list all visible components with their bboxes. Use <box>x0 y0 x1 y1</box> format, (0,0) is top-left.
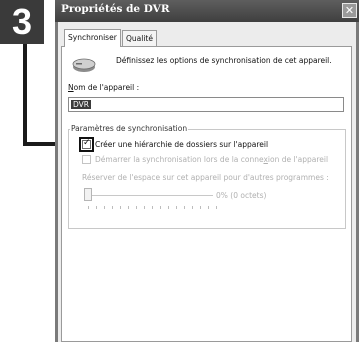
device-name-value: DVR <box>71 100 91 109</box>
title-bar[interactable]: Propriétés de DVR ✕ <box>55 0 359 22</box>
dialog-body: Synchroniser Qualité Définissez les opti… <box>58 22 356 342</box>
intro-text: Définissez les options de synchronisatio… <box>116 56 332 65</box>
step-badge: 3 <box>0 0 44 44</box>
reserve-slider-track[interactable] <box>88 195 213 196</box>
reserve-space-label: Réserver de l'espace sur cet appareil po… <box>82 173 329 182</box>
device-name-input[interactable]: DVR <box>68 97 344 112</box>
create-hierarchy-label[interactable]: Créer une hiérarchie de dossiers sur l'a… <box>95 140 268 149</box>
window-title: Propriétés de DVR <box>61 3 170 15</box>
start-sync-on-connect-label: Démarrer la synchronisation lors de la c… <box>95 155 329 164</box>
device-name-label: Nom de l'appareil : <box>68 83 140 92</box>
tab-qualite[interactable]: Qualité <box>122 30 157 46</box>
tab-synchroniser[interactable]: Synchroniser <box>64 29 121 47</box>
close-button[interactable]: ✕ <box>342 3 357 18</box>
reserve-value: 0% (0 octets) <box>216 191 267 200</box>
dvr-properties-window: Propriétés de DVR ✕ Synchroniser Qualité… <box>55 0 359 342</box>
reserve-slider-thumb[interactable] <box>84 188 92 201</box>
reserve-slider-ticks <box>88 206 218 209</box>
start-sync-on-connect-checkbox[interactable] <box>82 155 91 164</box>
create-hierarchy-checkbox[interactable] <box>82 138 91 149</box>
synchroniser-panel: Définissez les options de synchronisatio… <box>61 46 352 342</box>
callout-line-vertical <box>23 44 27 146</box>
sync-settings-title: Paramètres de synchronisation <box>70 124 189 133</box>
device-icon <box>72 58 96 72</box>
close-icon: ✕ <box>344 4 355 17</box>
